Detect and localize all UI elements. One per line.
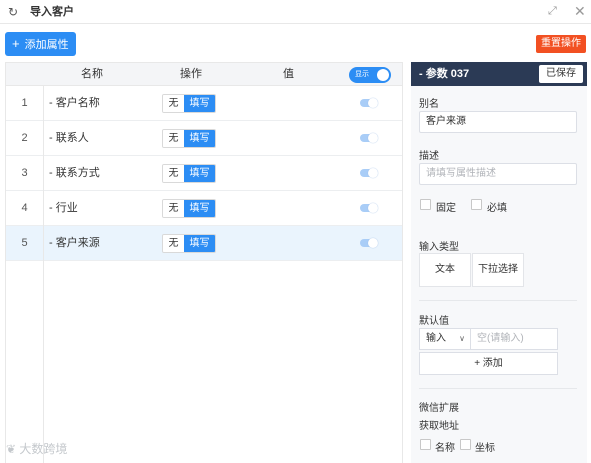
value-toggle[interactable]: [360, 98, 378, 108]
section-divider: [419, 388, 577, 389]
option-fill[interactable]: 填写: [184, 95, 215, 112]
row-name: - 客户名称: [49, 97, 100, 109]
row-index: 4: [21, 202, 28, 214]
saved-button[interactable]: 已保存: [539, 65, 583, 83]
coordinate-label: 坐标: [475, 443, 495, 454]
coordinate-checkbox[interactable]: [460, 439, 471, 450]
add-attribute-button[interactable]: + 添加属性: [5, 32, 76, 56]
operation-segment[interactable]: 无 填写: [162, 199, 216, 218]
row-name: - 联系人: [49, 132, 89, 144]
section-divider: [419, 300, 577, 301]
row-name: - 行业: [49, 202, 78, 214]
option-fill[interactable]: 填写: [184, 200, 215, 217]
option-none[interactable]: 无: [163, 130, 184, 147]
watermark: ❦ 大数跨境: [6, 440, 67, 457]
required-checkbox[interactable]: [471, 199, 482, 210]
table-row[interactable]: 3 - 联系方式 无 填写: [6, 156, 402, 191]
row-index: 3: [21, 167, 28, 179]
option-fill[interactable]: 填写: [184, 130, 215, 147]
type-text-option[interactable]: 文本: [419, 253, 471, 287]
value-toggle[interactable]: [360, 238, 378, 248]
attribute-table: 名称 操作 值 显示 1 - 客户名称 无 填写 2 - 联系人 无 填写 3 …: [5, 62, 403, 463]
row-name: - 联系方式: [49, 167, 100, 179]
display-toggle-label: 显示: [355, 71, 369, 78]
display-toggle[interactable]: 显示: [349, 67, 391, 83]
row-name: - 客户来源: [49, 237, 100, 249]
operation-segment[interactable]: 无 填写: [162, 234, 216, 253]
default-mode-value: 输入: [426, 333, 446, 344]
row-index: 1: [21, 97, 28, 109]
alias-input[interactable]: 客户来源: [419, 111, 577, 133]
window-title: 导入客户: [30, 6, 74, 18]
reset-button[interactable]: 重置操作: [536, 35, 586, 53]
toggle-knob: [377, 69, 389, 81]
chevron-down-icon: ∨: [459, 334, 465, 343]
description-input[interactable]: 请填写属性描述: [419, 163, 577, 185]
close-icon[interactable]: ✕: [574, 3, 588, 19]
name-label: 名称: [435, 443, 455, 454]
header-operation: 操作: [180, 68, 202, 80]
properties-panel: - 参数 037 已保存 别名 客户来源 描述 请填写属性描述 固定 必填 输入…: [411, 62, 587, 463]
value-toggle[interactable]: [360, 203, 378, 213]
required-label: 必填: [487, 203, 507, 214]
column-divider: [43, 86, 44, 463]
input-type-label: 输入类型: [419, 242, 459, 253]
panel-header: - 参数 037 已保存: [411, 62, 587, 86]
option-fill[interactable]: 填写: [184, 235, 215, 252]
fixed-label: 固定: [436, 203, 456, 214]
option-none[interactable]: 无: [163, 165, 184, 182]
panel-title: - 参数 037: [419, 68, 470, 80]
fixed-checkbox[interactable]: [420, 199, 431, 210]
default-value-label: 默认值: [419, 316, 449, 327]
table-header: 名称 操作 值 显示: [6, 62, 402, 86]
wechat-extension-label: 微信扩展: [419, 403, 459, 414]
operation-segment[interactable]: 无 填写: [162, 164, 216, 183]
description-label: 描述: [419, 151, 439, 162]
value-toggle[interactable]: [360, 168, 378, 178]
value-toggle[interactable]: [360, 133, 378, 143]
plus-icon: +: [12, 36, 20, 51]
option-none[interactable]: 无: [163, 235, 184, 252]
add-attribute-label: 添加属性: [24, 39, 69, 51]
add-default-button[interactable]: + 添加: [419, 352, 558, 375]
table-row[interactable]: 1 - 客户名称 无 填写: [6, 86, 402, 121]
header-value: 值: [283, 68, 294, 80]
table-row[interactable]: 2 - 联系人 无 填写: [6, 121, 402, 156]
operation-segment[interactable]: 无 填写: [162, 94, 216, 113]
title-bar: ↻ 导入客户 ⤢ ✕: [0, 0, 591, 24]
expand-icon[interactable]: ⤢: [548, 4, 562, 18]
alias-label: 别名: [419, 99, 439, 110]
default-value-input[interactable]: 空(请输入): [470, 328, 558, 350]
default-mode-select[interactable]: 输入 ∨: [419, 328, 471, 350]
fetch-address-label: 获取地址: [419, 421, 459, 432]
operation-segment[interactable]: 无 填写: [162, 129, 216, 148]
row-index: 2: [21, 132, 28, 144]
refresh-icon[interactable]: ↻: [8, 5, 22, 19]
watermark-logo-icon: ❦: [6, 442, 17, 456]
table-row-selected[interactable]: 5 - 客户来源 无 填写: [6, 226, 402, 261]
option-none[interactable]: 无: [163, 200, 184, 217]
header-name: 名称: [81, 68, 103, 80]
type-dropdown-option[interactable]: 下拉选择: [472, 253, 524, 287]
option-none[interactable]: 无: [163, 95, 184, 112]
row-index: 5: [21, 237, 28, 249]
option-fill[interactable]: 填写: [184, 165, 215, 182]
name-checkbox[interactable]: [420, 439, 431, 450]
watermark-text: 大数跨境: [19, 442, 68, 456]
table-row[interactable]: 4 - 行业 无 填写: [6, 191, 402, 226]
